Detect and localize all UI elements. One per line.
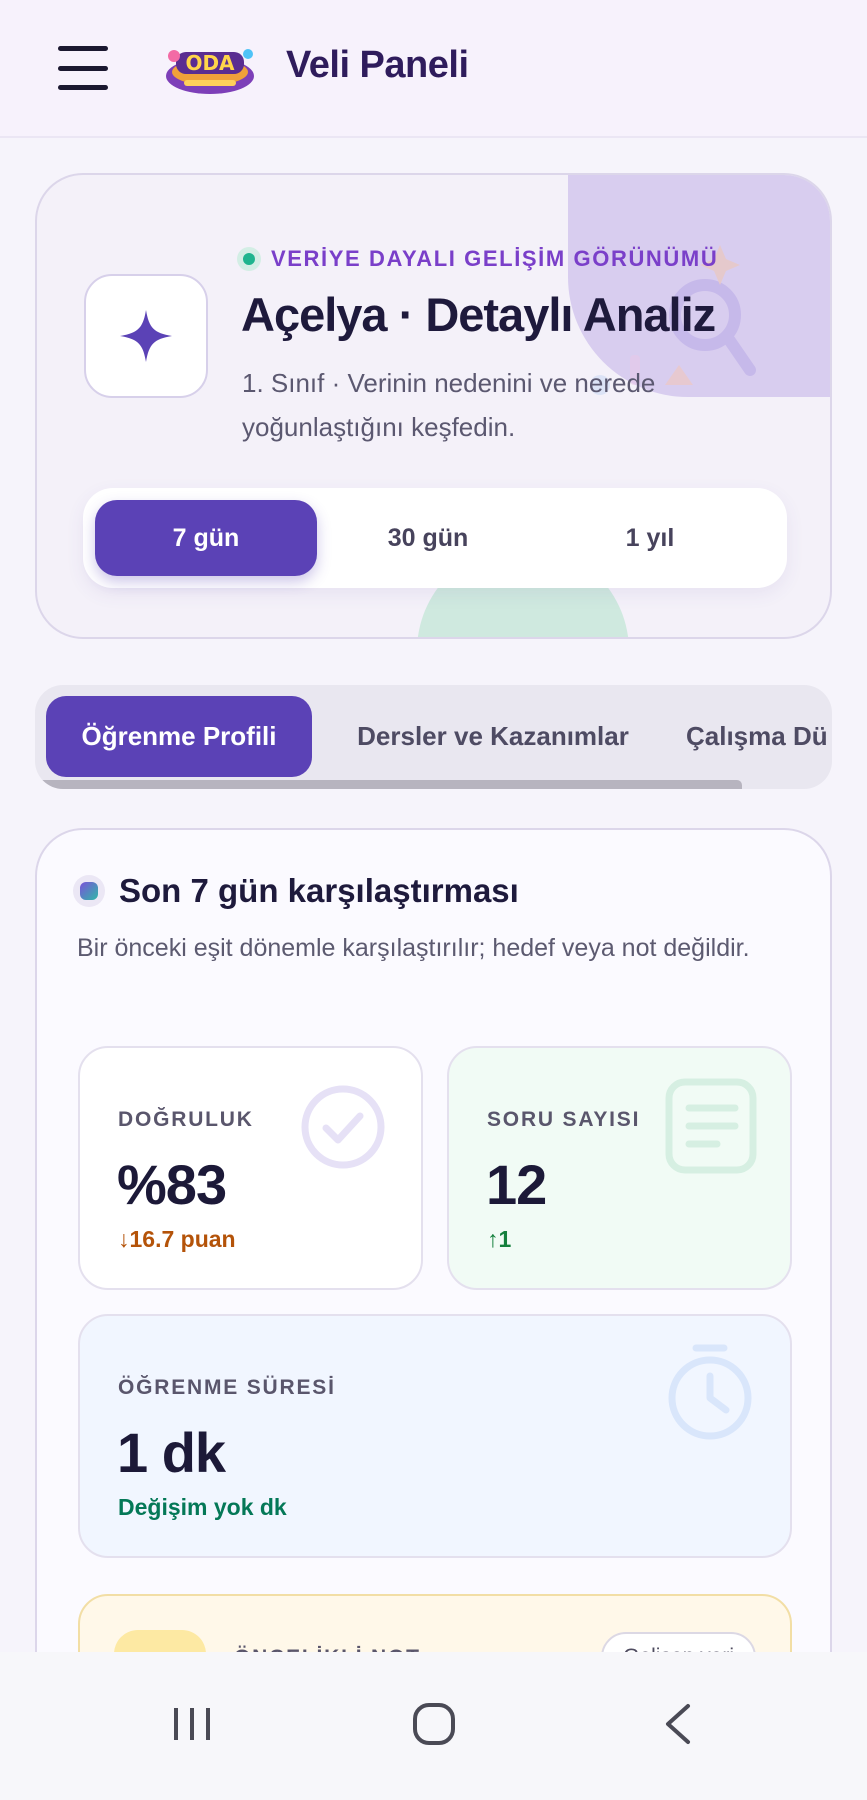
question-count-stat-card: SORU SAYISI 12 ↑1	[447, 1046, 792, 1290]
stat-value: 12	[486, 1153, 547, 1216]
section-dot-icon	[73, 875, 105, 907]
learning-time-stat-card: ÖĞRENME SÜRESİ 1 dk Değişim yok dk	[78, 1314, 792, 1558]
stat-value: 1 dk	[117, 1421, 226, 1484]
recent-apps-icon[interactable]	[170, 1702, 214, 1746]
arrow-down-icon: ↓	[118, 1226, 130, 1252]
tab-lessons-outcomes[interactable]: Dersler ve Kazanımlar	[343, 696, 643, 777]
logo-text: ODA	[185, 51, 235, 75]
app-bar: ODA Veli Paneli	[0, 0, 867, 138]
back-icon[interactable]	[660, 1702, 696, 1746]
delta-text: 1	[498, 1226, 512, 1252]
analysis-tabs: Öğrenme Profili Dersler ve Kazanımlar Ça…	[35, 685, 832, 789]
stat-label: DOĞRULUK	[118, 1108, 254, 1131]
delta-text: 16.7 puan	[129, 1226, 236, 1252]
arrow-up-icon: ↑	[487, 1226, 499, 1252]
comparison-subtitle: Bir önceki eşit dönemle karşılaştırılır;…	[77, 934, 750, 962]
app-logo[interactable]: ODA	[162, 36, 258, 98]
tab-study-habits[interactable]: Çalışma Dü	[686, 696, 832, 777]
check-circle-icon	[301, 1085, 385, 1169]
stat-delta: ↓16.7 puan	[118, 1226, 236, 1253]
hero-kicker: VERİYE DAYALI GELİŞİM GÖRÜNÜMÜ	[237, 246, 718, 272]
hero-subtitle: 1. Sınıf · Verinin nedenini ve nerede yo…	[242, 368, 656, 442]
tab-learning-profile[interactable]: Öğrenme Profili	[46, 696, 312, 777]
time-range-selector: 7 gün 30 gün 1 yıl	[83, 488, 787, 588]
stopwatch-icon	[668, 1344, 752, 1440]
range-1-year-button[interactable]: 1 yıl	[539, 500, 761, 576]
student-hero-card: VERİYE DAYALI GELİŞİM GÖRÜNÜMÜ Açelya · …	[35, 173, 832, 639]
status-dot-icon	[237, 247, 261, 271]
stat-delta: ↑1	[487, 1226, 511, 1253]
sparkle-icon	[84, 274, 208, 398]
range-30-days-button[interactable]: 30 gün	[317, 500, 539, 576]
system-nav-bar	[0, 1652, 867, 1800]
document-icon	[665, 1078, 757, 1174]
stat-label: SORU SAYISI	[487, 1108, 641, 1131]
kicker-text: VERİYE DAYALI GELİŞİM GÖRÜNÜMÜ	[271, 246, 719, 271]
tabs-scrollbar[interactable]	[35, 780, 742, 789]
app-title: Veli Paneli	[286, 44, 469, 86]
comparison-header: Son 7 gün karşılaştırması	[73, 872, 519, 910]
hamburger-menu-icon[interactable]	[58, 46, 108, 90]
range-7-days-button[interactable]: 7 gün	[95, 500, 317, 576]
accuracy-stat-card: DOĞRULUK %83 ↓16.7 puan	[78, 1046, 423, 1290]
stat-delta: Değişim yok dk	[118, 1494, 287, 1520]
student-name-title: Açelya · Detaylı Analiz	[241, 288, 716, 341]
stat-label: ÖĞRENME SÜRESİ	[118, 1376, 336, 1399]
comparison-title: Son 7 gün karşılaştırması	[119, 872, 519, 909]
stat-value: %83	[117, 1153, 227, 1216]
home-icon[interactable]	[410, 1702, 458, 1746]
